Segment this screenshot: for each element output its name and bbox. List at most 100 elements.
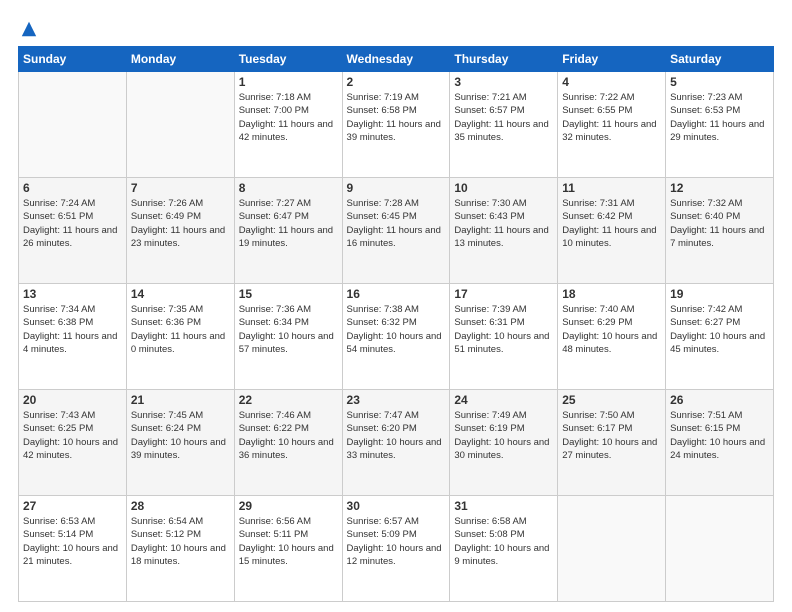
calendar-cell: 8 Sunrise: 7:27 AMSunset: 6:47 PMDaylight… — [234, 178, 342, 284]
weekday-header-tuesday: Tuesday — [234, 47, 342, 72]
day-info: Sunrise: 6:54 AMSunset: 5:12 PMDaylight:… — [131, 515, 230, 568]
calendar-cell-empty — [126, 72, 234, 178]
calendar-cell: 24 Sunrise: 7:49 AMSunset: 6:19 PMDayligh… — [450, 390, 558, 496]
calendar-cell: 21 Sunrise: 7:45 AMSunset: 6:24 PMDayligh… — [126, 390, 234, 496]
calendar-cell: 17Sunrise: 7:39 AMSunset: 6:31 PMDayligh… — [450, 284, 558, 390]
calendar-cell: 7 Sunrise: 7:26 AMSunset: 6:49 PMDaylight… — [126, 178, 234, 284]
day-info: Sunrise: 7:35 AMSunset: 6:36 PMDaylight:… — [131, 303, 230, 356]
day-info: Sunrise: 7:24 AMSunset: 6:51 PMDaylight:… — [23, 197, 122, 250]
calendar-cell-empty — [19, 72, 127, 178]
day-info: Sunrise: 6:57 AMSunset: 5:09 PMDaylight:… — [347, 515, 446, 568]
day-info: Sunrise: 7:32 AMSunset: 6:40 PMDaylight:… — [670, 197, 769, 250]
day-number: 29 — [239, 499, 338, 513]
day-number: 21 — [131, 393, 230, 407]
calendar-cell: 10 Sunrise: 7:30 AMSunset: 6:43 PMDayligh… — [450, 178, 558, 284]
calendar-cell: 14 Sunrise: 7:35 AMSunset: 6:36 PMDayligh… — [126, 284, 234, 390]
day-number: 30 — [347, 499, 446, 513]
day-info: Sunrise: 7:45 AMSunset: 6:24 PMDaylight:… — [131, 409, 230, 462]
day-info: Sunrise: 7:28 AMSunset: 6:45 PMDaylight:… — [347, 197, 446, 250]
day-number: 2 — [347, 75, 446, 89]
day-info: Sunrise: 7:26 AMSunset: 6:49 PMDaylight:… — [131, 197, 230, 250]
page: SundayMondayTuesdayWednesdayThursdayFrid… — [0, 0, 792, 612]
logo-text — [18, 20, 38, 38]
weekday-header-monday: Monday — [126, 47, 234, 72]
day-number: 1 — [239, 75, 338, 89]
calendar-cell: 4 Sunrise: 7:22 AMSunset: 6:55 PMDaylight… — [558, 72, 666, 178]
calendar-cell: 12 Sunrise: 7:32 AMSunset: 6:40 PMDayligh… — [666, 178, 774, 284]
day-info: Sunrise: 7:27 AMSunset: 6:47 PMDaylight:… — [239, 197, 338, 250]
day-number: 19 — [670, 287, 769, 301]
calendar-cell: 29 Sunrise: 6:56 AMSunset: 5:11 PMDayligh… — [234, 496, 342, 602]
calendar-cell: 28 Sunrise: 6:54 AMSunset: 5:12 PMDayligh… — [126, 496, 234, 602]
day-info: Sunrise: 7:18 AMSunset: 7:00 PMDaylight:… — [239, 91, 338, 144]
calendar-cell: 1 Sunrise: 7:18 AMSunset: 7:00 PMDaylight… — [234, 72, 342, 178]
day-info: Sunrise: 7:36 AMSunset: 6:34 PMDaylight:… — [239, 303, 338, 356]
calendar-cell-empty — [666, 496, 774, 602]
day-number: 7 — [131, 181, 230, 195]
day-info: Sunrise: 7:22 AMSunset: 6:55 PMDaylight:… — [562, 91, 661, 144]
calendar-cell: 30 Sunrise: 6:57 AMSunset: 5:09 PMDayligh… — [342, 496, 450, 602]
day-number: 10 — [454, 181, 553, 195]
day-number: 14 — [131, 287, 230, 301]
calendar-cell: 9 Sunrise: 7:28 AMSunset: 6:45 PMDaylight… — [342, 178, 450, 284]
day-info: Sunrise: 7:23 AMSunset: 6:53 PMDaylight:… — [670, 91, 769, 144]
day-info: Sunrise: 7:21 AMSunset: 6:57 PMDaylight:… — [454, 91, 553, 144]
weekday-header-sunday: Sunday — [19, 47, 127, 72]
day-number: 17 — [454, 287, 553, 301]
day-info: Sunrise: 6:53 AMSunset: 5:14 PMDaylight:… — [23, 515, 122, 568]
calendar-cell: 23Sunrise: 7:47 AMSunset: 6:20 PMDayligh… — [342, 390, 450, 496]
header — [18, 16, 774, 36]
day-number: 4 — [562, 75, 661, 89]
day-number: 5 — [670, 75, 769, 89]
weekday-header-thursday: Thursday — [450, 47, 558, 72]
day-info: Sunrise: 7:42 AMSunset: 6:27 PMDaylight:… — [670, 303, 769, 356]
day-info: Sunrise: 7:51 AMSunset: 6:15 PMDaylight:… — [670, 409, 769, 462]
calendar-header-row: SundayMondayTuesdayWednesdayThursdayFrid… — [19, 47, 774, 72]
calendar-week-1: 1 Sunrise: 7:18 AMSunset: 7:00 PMDaylight… — [19, 72, 774, 178]
day-info: Sunrise: 7:34 AMSunset: 6:38 PMDaylight:… — [23, 303, 122, 356]
day-info: Sunrise: 7:30 AMSunset: 6:43 PMDaylight:… — [454, 197, 553, 250]
day-number: 13 — [23, 287, 122, 301]
calendar-cell: 26 Sunrise: 7:51 AMSunset: 6:15 PMDayligh… — [666, 390, 774, 496]
day-number: 22 — [239, 393, 338, 407]
day-number: 26 — [670, 393, 769, 407]
day-number: 9 — [347, 181, 446, 195]
weekday-header-wednesday: Wednesday — [342, 47, 450, 72]
day-info: Sunrise: 7:19 AMSunset: 6:58 PMDaylight:… — [347, 91, 446, 144]
day-number: 12 — [670, 181, 769, 195]
day-number: 3 — [454, 75, 553, 89]
calendar-cell: 31Sunrise: 6:58 AMSunset: 5:08 PMDayligh… — [450, 496, 558, 602]
logo — [18, 20, 38, 36]
day-number: 25 — [562, 393, 661, 407]
day-info: Sunrise: 7:49 AMSunset: 6:19 PMDaylight:… — [454, 409, 553, 462]
calendar-cell: 2 Sunrise: 7:19 AMSunset: 6:58 PMDaylight… — [342, 72, 450, 178]
day-number: 18 — [562, 287, 661, 301]
calendar-cell: 18 Sunrise: 7:40 AMSunset: 6:29 PMDayligh… — [558, 284, 666, 390]
day-info: Sunrise: 6:56 AMSunset: 5:11 PMDaylight:… — [239, 515, 338, 568]
calendar-cell: 13 Sunrise: 7:34 AMSunset: 6:38 PMDayligh… — [19, 284, 127, 390]
calendar-cell: 11 Sunrise: 7:31 AMSunset: 6:42 PMDayligh… — [558, 178, 666, 284]
day-info: Sunrise: 7:40 AMSunset: 6:29 PMDaylight:… — [562, 303, 661, 356]
day-number: 27 — [23, 499, 122, 513]
calendar-cell: 15 Sunrise: 7:36 AMSunset: 6:34 PMDayligh… — [234, 284, 342, 390]
day-info: Sunrise: 7:31 AMSunset: 6:42 PMDaylight:… — [562, 197, 661, 250]
day-info: Sunrise: 7:47 AMSunset: 6:20 PMDaylight:… — [347, 409, 446, 462]
day-info: Sunrise: 7:46 AMSunset: 6:22 PMDaylight:… — [239, 409, 338, 462]
day-info: Sunrise: 7:50 AMSunset: 6:17 PMDaylight:… — [562, 409, 661, 462]
day-number: 11 — [562, 181, 661, 195]
calendar-week-2: 6 Sunrise: 7:24 AMSunset: 6:51 PMDaylight… — [19, 178, 774, 284]
calendar-cell: 25 Sunrise: 7:50 AMSunset: 6:17 PMDayligh… — [558, 390, 666, 496]
calendar-cell: 20Sunrise: 7:43 AMSunset: 6:25 PMDayligh… — [19, 390, 127, 496]
day-number: 6 — [23, 181, 122, 195]
logo-icon — [20, 20, 38, 38]
day-number: 24 — [454, 393, 553, 407]
calendar-cell: 6 Sunrise: 7:24 AMSunset: 6:51 PMDaylight… — [19, 178, 127, 284]
day-info: Sunrise: 6:58 AMSunset: 5:08 PMDaylight:… — [454, 515, 553, 568]
day-number: 15 — [239, 287, 338, 301]
calendar-cell: 3 Sunrise: 7:21 AMSunset: 6:57 PMDaylight… — [450, 72, 558, 178]
weekday-header-saturday: Saturday — [666, 47, 774, 72]
day-number: 28 — [131, 499, 230, 513]
calendar-cell: 22 Sunrise: 7:46 AMSunset: 6:22 PMDayligh… — [234, 390, 342, 496]
calendar-cell: 5 Sunrise: 7:23 AMSunset: 6:53 PMDaylight… — [666, 72, 774, 178]
day-number: 8 — [239, 181, 338, 195]
